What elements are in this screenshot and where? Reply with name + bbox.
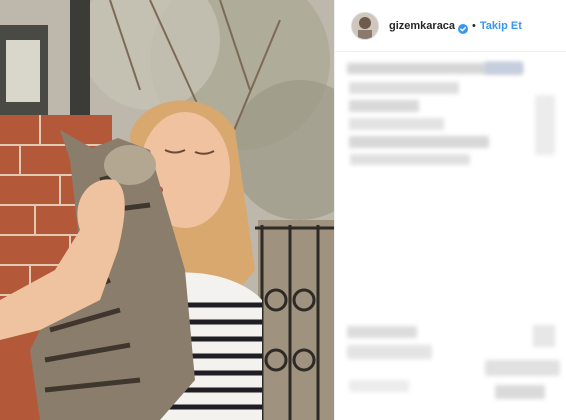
username-link[interactable]: gizemkaraca (389, 20, 455, 32)
header-separator: • (472, 19, 476, 32)
post-photo[interactable] (0, 0, 334, 420)
avatar[interactable] (351, 11, 379, 40)
avatar-image (352, 12, 378, 39)
post-side-panel: gizemkaraca • Takip Et (334, 0, 566, 420)
verified-badge-icon (458, 21, 469, 34)
post-header: gizemkaraca • Takip Et (335, 0, 566, 52)
post-photo-illustration (0, 0, 334, 420)
follow-button[interactable]: Takip Et (480, 20, 522, 32)
instagram-post: gizemkaraca • Takip Et (0, 0, 566, 420)
